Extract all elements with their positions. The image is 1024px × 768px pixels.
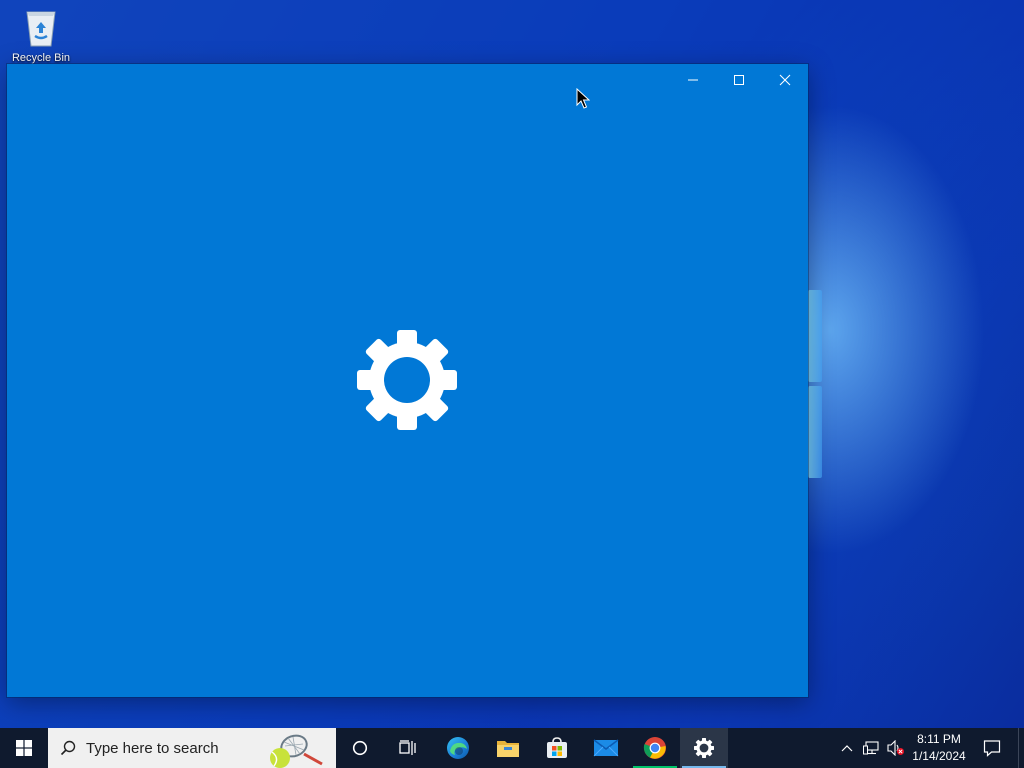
mail-icon xyxy=(593,739,619,757)
task-view-button[interactable] xyxy=(384,728,432,768)
store-icon xyxy=(547,737,567,758)
gear-icon xyxy=(357,330,457,430)
search-placeholder: Type here to search xyxy=(86,739,219,757)
notification-icon xyxy=(983,740,1001,757)
network-icon xyxy=(863,741,879,755)
network-tray-button[interactable] xyxy=(860,728,882,768)
minimize-icon xyxy=(688,79,698,81)
desktop-icon-recycle-bin[interactable]: Recycle Bin xyxy=(10,6,72,64)
search-icon xyxy=(60,740,76,756)
gear-icon xyxy=(694,738,714,758)
volume-tray-button[interactable] xyxy=(884,728,908,768)
taskbar-settings[interactable] xyxy=(680,728,728,768)
chrome-icon xyxy=(643,737,666,759)
taskbar: Type here to search 8:11 PM 1/14/2024 xyxy=(0,728,1024,768)
start-button[interactable] xyxy=(0,728,48,768)
clock-date: 1/14/2024 xyxy=(912,749,966,763)
taskbar-clock[interactable]: 8:11 PM 1/14/2024 xyxy=(906,728,972,768)
chevron-up-icon xyxy=(841,745,853,752)
recycle-bin-icon xyxy=(22,6,60,48)
volume-muted-icon xyxy=(887,740,904,756)
windows-logo-icon xyxy=(16,740,32,756)
maximize-icon xyxy=(734,75,744,85)
taskbar-file-explorer[interactable] xyxy=(484,728,532,768)
tennis-search-highlight-icon xyxy=(270,734,323,768)
mouse-cursor-icon xyxy=(576,88,590,109)
edge-icon xyxy=(447,737,469,759)
cortana-button[interactable] xyxy=(336,728,384,768)
close-icon xyxy=(779,74,791,86)
maximize-button[interactable] xyxy=(716,64,762,96)
minimize-button[interactable] xyxy=(670,64,716,96)
title-bar[interactable] xyxy=(7,64,808,96)
taskbar-mail[interactable] xyxy=(582,728,630,768)
folder-icon xyxy=(497,741,519,757)
desktop-icon-label: Recycle Bin xyxy=(11,52,71,64)
clock-time: 8:11 PM xyxy=(917,732,961,746)
show-desktop-button[interactable] xyxy=(1018,728,1024,768)
task-view-icon xyxy=(399,740,416,755)
taskbar-chrome[interactable] xyxy=(631,728,679,768)
action-center-button[interactable] xyxy=(972,728,1012,768)
settings-window[interactable] xyxy=(7,64,808,697)
taskbar-edge[interactable] xyxy=(434,728,482,768)
cortana-icon xyxy=(352,740,368,756)
wallpaper-light-beam xyxy=(808,290,822,382)
wallpaper-light-beam xyxy=(808,386,822,478)
close-button[interactable] xyxy=(762,64,808,96)
search-box[interactable]: Type here to search xyxy=(48,728,336,768)
show-hidden-icons-button[interactable] xyxy=(836,728,858,768)
taskbar-microsoft-store[interactable] xyxy=(533,728,581,768)
